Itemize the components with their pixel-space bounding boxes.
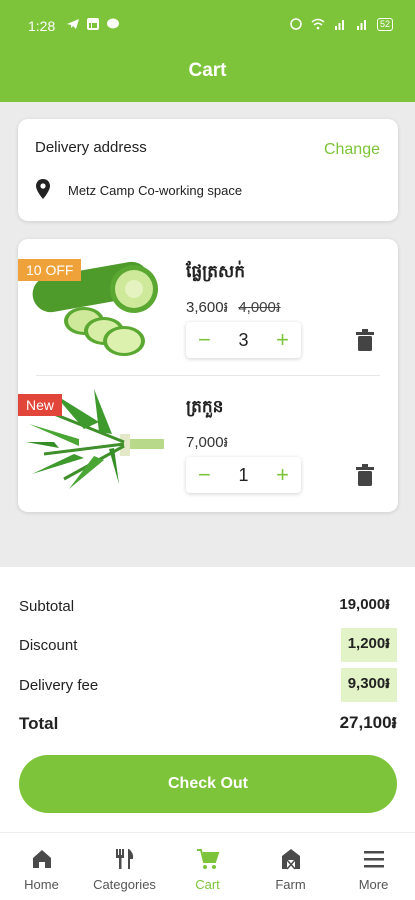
discount-value: 1,200៛ — [340, 628, 397, 662]
checkout-button[interactable]: Check Out — [19, 755, 397, 813]
cart-item: 10 OFF ផ្លែត្រសក់ 3,600៛ 4,000៛ − 3 + — [18, 249, 398, 379]
decrease-quantity-button[interactable]: − — [198, 464, 211, 486]
quantity-value: 1 — [238, 464, 249, 485]
nav-more[interactable]: More — [332, 833, 415, 900]
nav-more-label: More — [358, 877, 389, 892]
delivery-fee-label: Delivery fee — [19, 676, 99, 694]
battery-icon: 52 — [376, 17, 393, 31]
discount-badge: 10 OFF — [18, 259, 82, 281]
delivery-address-label: Delivery address — [35, 139, 147, 156]
total-label: Total — [19, 714, 59, 733]
item-name: ត្រកួន — [186, 397, 224, 416]
delivery-address-card: Delivery address Change Metz Camp Co-wor… — [18, 119, 398, 221]
delivery-fee-value: 9,300៛ — [340, 668, 397, 702]
item-divider — [36, 375, 380, 376]
categories-icon — [115, 849, 133, 869]
status-bar: 1:28 52 — [0, 12, 415, 40]
linkedin-icon — [87, 18, 99, 30]
home-icon — [32, 850, 51, 868]
subtotal-value: 19,000៛ — [339, 596, 390, 613]
quantity-stepper: − 3 + — [186, 322, 301, 358]
subtotal-label: Subtotal — [19, 597, 75, 615]
nav-farm[interactable]: Farm — [249, 833, 332, 900]
telegram-icon — [67, 19, 79, 29]
decrease-quantity-button[interactable]: − — [198, 329, 211, 351]
cart-icon — [196, 849, 219, 869]
app-header: 1:28 52 Cart — [0, 0, 415, 102]
nav-home-label: Home — [24, 877, 59, 892]
location-pin-icon — [36, 179, 50, 199]
nav-farm-label: Farm — [275, 877, 306, 892]
discount-row: Discount 1,200៛ — [19, 628, 397, 662]
quantity-stepper: − 1 + — [186, 457, 301, 493]
item-price: 7,000៛ — [186, 434, 229, 451]
nav-cart-label: Cart — [195, 877, 220, 892]
increase-quantity-button[interactable]: + — [276, 464, 289, 486]
line-icon — [107, 18, 119, 29]
wifi-icon — [311, 18, 325, 30]
nav-cart[interactable]: Cart — [166, 833, 249, 900]
quantity-value: 3 — [238, 329, 249, 350]
item-price: 3,600៛ — [186, 299, 229, 316]
cart-item: New ត្រកួន 7,000៛ − 1 + — [18, 384, 398, 514]
trash-icon[interactable] — [356, 464, 374, 486]
farm-icon — [281, 849, 300, 870]
item-old-price: 4,000៛ — [238, 299, 281, 316]
nav-categories[interactable]: Categories — [83, 833, 166, 900]
delivery-fee-row: Delivery fee 9,300៛ — [19, 668, 397, 702]
subtotal-row: Subtotal 19,000៛ — [19, 589, 397, 623]
trash-icon[interactable] — [356, 329, 374, 351]
signal-icon — [334, 20, 344, 30]
total-row: Total 27,100៛ — [19, 707, 397, 741]
bottom-nav: Home Categories Cart Farm More — [0, 832, 415, 900]
page-title: Cart — [188, 60, 227, 81]
cart-items-card: 10 OFF ផ្លែត្រសក់ 3,600៛ 4,000៛ − 3 + Ne… — [18, 239, 398, 512]
menu-icon — [363, 851, 384, 868]
total-value: 27,100៛ — [339, 712, 397, 732]
nav-home[interactable]: Home — [0, 833, 83, 900]
status-time: 1:28 — [28, 18, 56, 34]
change-address-link[interactable]: Change — [324, 141, 380, 159]
increase-quantity-button[interactable]: + — [276, 329, 289, 351]
discount-label: Discount — [19, 636, 78, 654]
nav-categories-label: Categories — [93, 877, 156, 892]
signal-icon-2 — [356, 20, 366, 30]
delivery-address-text: Metz Camp Co-working space — [68, 183, 243, 198]
new-badge: New — [18, 394, 63, 416]
item-name: ផ្លែត្រសក់ — [186, 262, 246, 281]
alarm-icon — [290, 18, 302, 30]
